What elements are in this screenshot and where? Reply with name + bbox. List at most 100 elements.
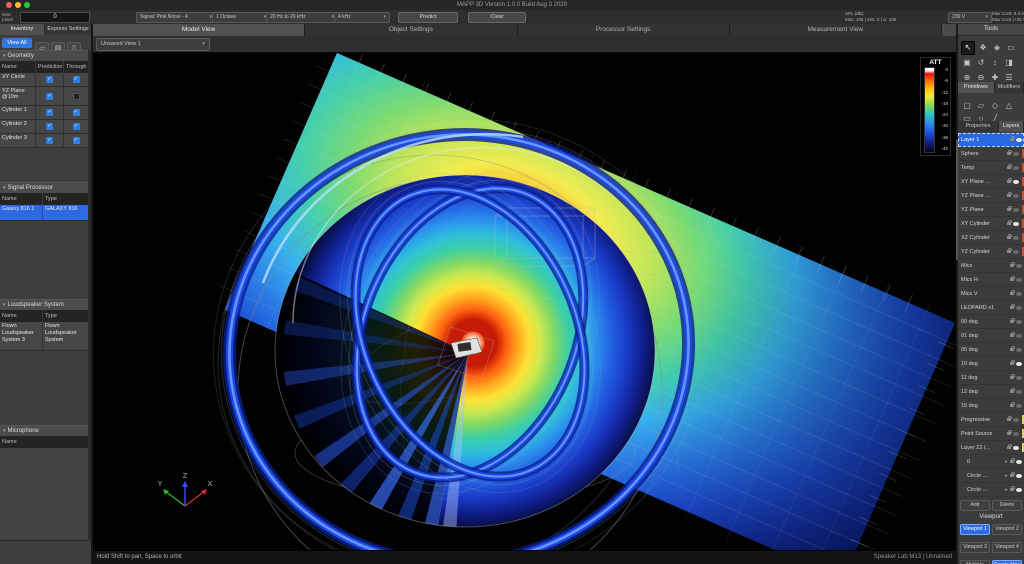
visibility-eye-icon[interactable] <box>1016 263 1022 268</box>
visibility-eye-icon[interactable] <box>1016 361 1022 366</box>
through-checkbox[interactable]: ✓ <box>72 109 80 116</box>
voltage-dropdown[interactable]: ▾ 230 V <box>948 12 992 23</box>
predict-button[interactable]: Predict <box>398 12 458 23</box>
visibility-eye-icon[interactable] <box>1016 333 1022 338</box>
layer-item-circle[interactable]: Circle ... ▾ <box>958 483 1024 497</box>
tab-inventory[interactable]: Inventory <box>0 24 45 35</box>
visibility-eye-icon[interactable] <box>1016 305 1022 310</box>
lock-icon[interactable] <box>1010 457 1015 463</box>
lock-icon[interactable] <box>1010 261 1015 267</box>
prediction-scene[interactable]: Y Z X <box>93 53 958 551</box>
viewport-1-button[interactable]: Viewport 1 <box>960 524 990 535</box>
model-view-canvas[interactable]: Y Z X ATT 0 -6 -12 -18 -24 -30 -36 -42 <box>93 53 958 551</box>
visibility-eye-icon[interactable] <box>1016 473 1022 478</box>
visibility-eye-icon[interactable] <box>1016 347 1022 352</box>
layer-item-15-deg[interactable]: 15 deg <box>958 399 1024 413</box>
lock-icon[interactable] <box>1010 401 1015 407</box>
visibility-eye-icon[interactable] <box>1013 151 1019 156</box>
lock-icon[interactable] <box>1007 233 1012 239</box>
lock-icon[interactable] <box>1010 359 1015 365</box>
visibility-eye-icon[interactable] <box>1013 221 1019 226</box>
visibility-eye-icon[interactable] <box>1013 431 1019 436</box>
layer-item-layer-22[interactable]: Layer 22 (... <box>958 441 1024 455</box>
geometry-row[interactable]: Cylinder 2 ✓ ✓ <box>0 120 88 134</box>
visibility-eye-icon[interactable] <box>1013 165 1019 170</box>
octave-dropdown[interactable]: ▾ 1 Octave <box>212 12 270 23</box>
tab-modifiers[interactable]: Modifiers <box>994 82 1024 93</box>
multiple-button[interactable]: Multiple <box>960 560 990 564</box>
layer-item-xy-cylinder[interactable]: XY Cylinder <box>958 217 1024 231</box>
through-checkbox[interactable] <box>72 92 80 100</box>
layer-item-12-deg[interactable]: 12 deg <box>958 385 1024 399</box>
lock-icon[interactable] <box>1010 317 1015 323</box>
lock-icon[interactable] <box>1007 163 1012 169</box>
add-layer-button[interactable]: Add <box>960 500 990 511</box>
tab-model-view[interactable]: Model View <box>93 24 306 36</box>
tab-measurement-view[interactable]: Measurement View <box>729 24 942 36</box>
gen-level-value[interactable]: 0 <box>20 12 90 23</box>
layer-item-layer-1[interactable]: Layer 1 <box>958 133 1024 147</box>
prediction-checkbox[interactable]: ✓ <box>46 109 53 116</box>
layer-item-point-source[interactable]: Point Source <box>958 427 1024 441</box>
layer-item-yz-plane[interactable]: YZ Plane <box>958 203 1024 217</box>
visibility-eye-icon[interactable] <box>1016 389 1022 394</box>
tab-object-settings[interactable]: Object Settings <box>305 24 518 36</box>
bandwidth-dropdown[interactable]: ▾ 20 Hz to 20 kHz <box>266 12 338 23</box>
signal-processor-row[interactable]: Galaxy 816 1 GALAXY 816 <box>0 205 88 221</box>
layer-item-mics-h[interactable]: Mics H <box>958 273 1024 287</box>
viewport-2-button[interactable]: Viewport 2 <box>992 524 1022 535</box>
geometry-row[interactable]: XY Circle ✓ ✓ <box>0 73 88 87</box>
layer-item-01-deg[interactable]: 01 deg <box>958 329 1024 343</box>
lock-icon[interactable] <box>1007 149 1012 155</box>
lock-icon[interactable] <box>1010 289 1015 295</box>
layer-item-temp[interactable]: Temp <box>958 161 1024 175</box>
visibility-eye-icon[interactable] <box>1013 235 1019 240</box>
loudspeaker-row[interactable]: Flown Loudspeaker System 3 Flown Loudspea… <box>0 322 88 351</box>
view-selector-dropdown[interactable]: ▾ Unsaved View 1 <box>96 38 210 51</box>
lock-icon[interactable] <box>1007 205 1012 211</box>
visibility-eye-icon[interactable] <box>1013 417 1019 422</box>
geometry-row[interactable]: Cylinder 1 ✓ ✓ <box>0 106 88 120</box>
lock-icon[interactable] <box>1007 415 1012 421</box>
layer-item-mics[interactable]: Mics <box>958 259 1024 273</box>
layer-item-10-deg[interactable]: 10 deg <box>958 357 1024 371</box>
lock-icon[interactable] <box>1010 485 1015 491</box>
through-checkbox[interactable]: ✓ <box>72 123 80 130</box>
visibility-eye-icon[interactable] <box>1013 193 1019 198</box>
visibility-eye-icon[interactable] <box>1013 207 1019 212</box>
layer-item-leopard-x1[interactable]: LEOPARD x1 <box>958 301 1024 315</box>
layer-item-xz-cylinder[interactable]: XZ Cylinder <box>958 231 1024 245</box>
tab-properties[interactable]: Properties <box>958 121 999 132</box>
geometry-row[interactable]: Cylinder 3 ✓ ✓ <box>0 134 88 148</box>
lock-icon[interactable] <box>1010 331 1015 337</box>
lock-icon[interactable] <box>1007 247 1012 253</box>
layer-item-0[interactable]: 0 ▾ <box>958 455 1024 469</box>
cone-primitive-icon[interactable]: △ <box>1003 100 1015 112</box>
lock-icon[interactable] <box>1010 373 1015 379</box>
prediction-checkbox[interactable]: ✓ <box>46 92 53 100</box>
visibility-eye-icon[interactable] <box>1016 375 1022 380</box>
layer-item-yz-cylinder[interactable]: YZ Cylinder <box>958 245 1024 259</box>
tab-primitives[interactable]: Primitives <box>958 82 995 93</box>
layer-item-11-deg[interactable]: 11 deg <box>958 371 1024 385</box>
through-checkbox[interactable]: ✓ <box>72 137 80 144</box>
visibility-eye-icon[interactable] <box>1016 403 1022 408</box>
lock-icon[interactable] <box>1007 429 1012 435</box>
visibility-eye-icon[interactable] <box>1016 319 1022 324</box>
tab-processor-settings[interactable]: Processor Settings <box>517 24 730 36</box>
visibility-eye-icon[interactable] <box>1013 179 1019 184</box>
lock-icon[interactable] <box>1007 219 1012 225</box>
viewport-4-button[interactable]: Viewport 4 <box>992 542 1022 553</box>
prediction-checkbox[interactable]: ✓ <box>46 123 53 130</box>
layer-item-05-deg[interactable]: 05 deg <box>958 343 1024 357</box>
visibility-eye-icon[interactable] <box>1016 459 1022 464</box>
lock-icon[interactable] <box>1007 443 1012 449</box>
layer-item-yz-plane[interactable]: YZ Plane ... <box>958 189 1024 203</box>
view-all-button[interactable]: View All <box>2 38 32 48</box>
lock-icon[interactable] <box>1010 471 1015 477</box>
visibility-eye-icon[interactable] <box>1016 487 1022 492</box>
create-new-button[interactable]: Create New <box>992 560 1022 564</box>
lock-icon[interactable] <box>1010 303 1015 309</box>
lock-icon[interactable] <box>1007 177 1012 183</box>
visibility-eye-icon[interactable] <box>1013 445 1019 450</box>
